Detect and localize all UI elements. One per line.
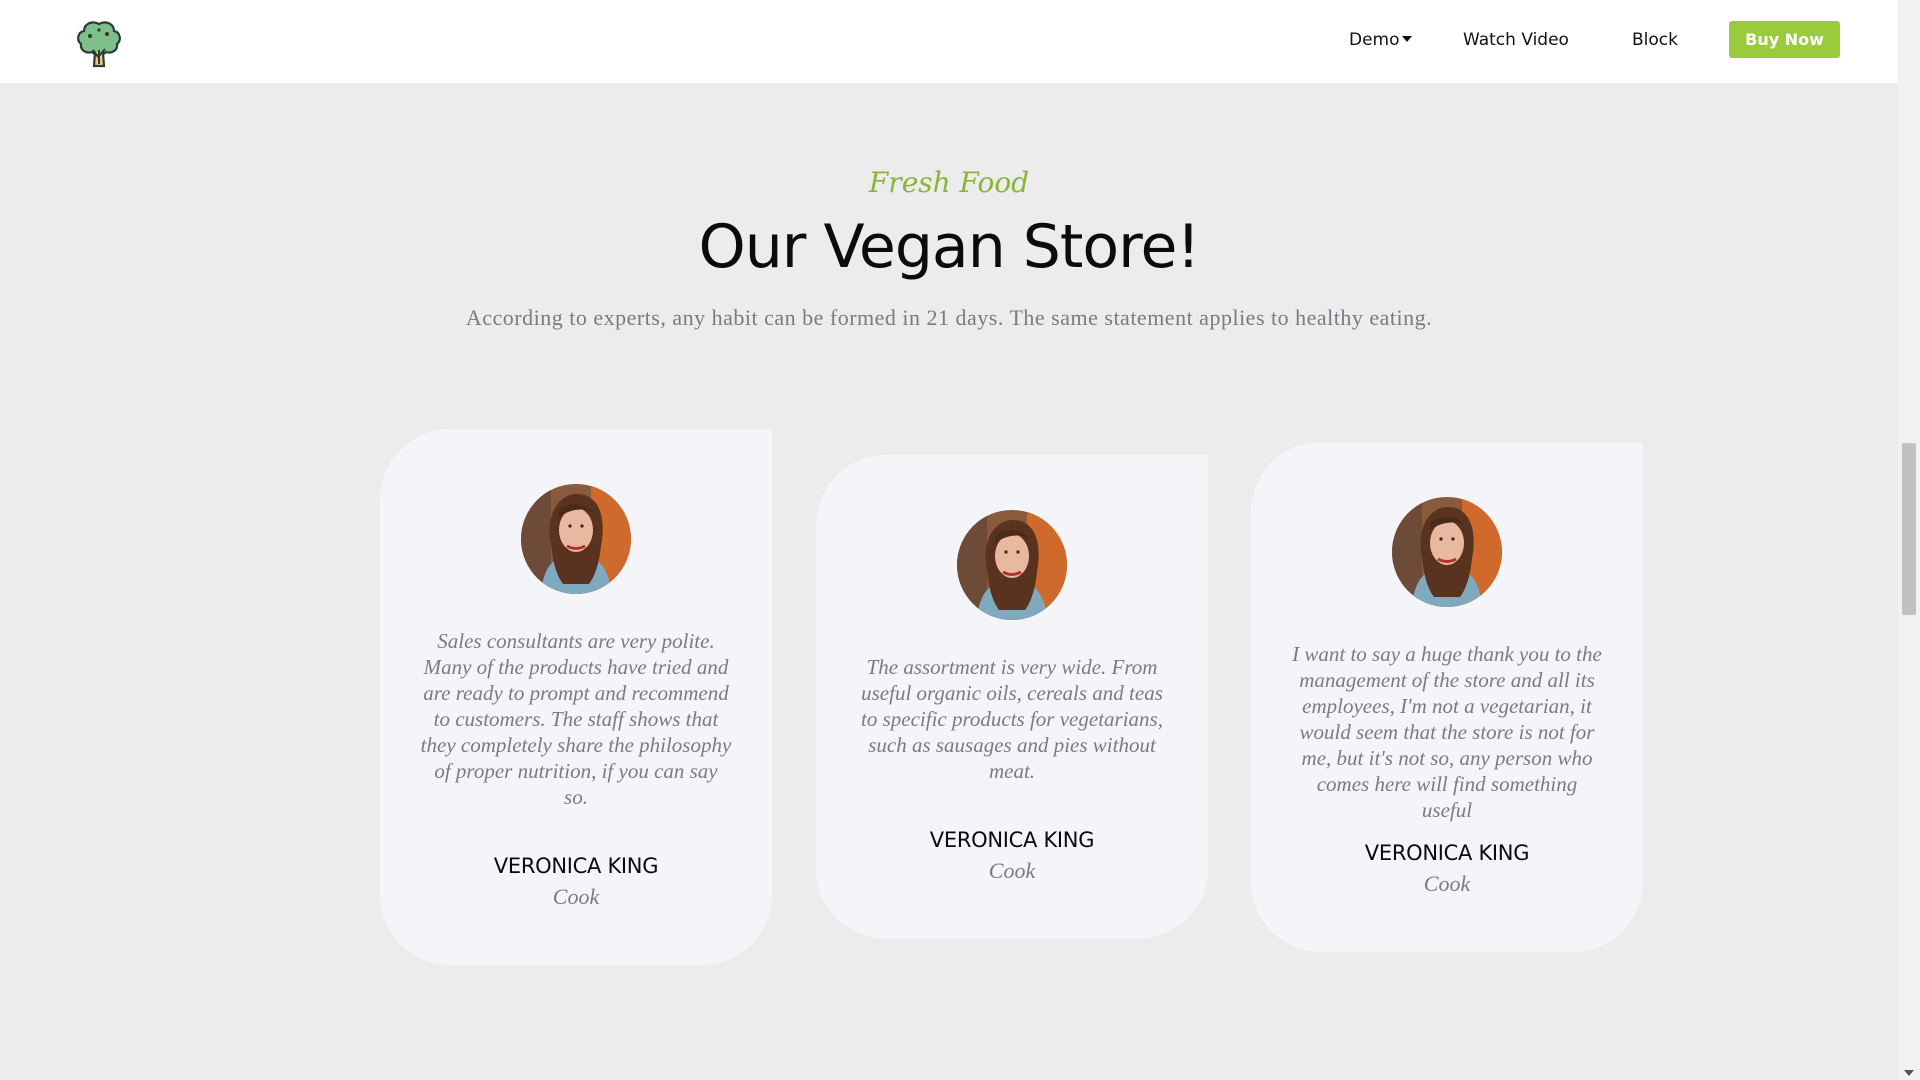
nav-demo-label: Demo bbox=[1349, 30, 1400, 50]
nav-demo[interactable]: Demo bbox=[1349, 20, 1412, 60]
testimonial-quote: The assortment is very wide. From useful… bbox=[861, 655, 1163, 783]
testimonial-card: Sales consultants are very polite. Many … bbox=[380, 429, 772, 965]
site-header: Demo Watch Video Block Buy Now bbox=[0, 0, 1898, 83]
testimonial-name: VERONICA KING bbox=[493, 854, 659, 878]
buy-now-button[interactable]: Buy Now bbox=[1729, 21, 1840, 58]
testimonial-role: Cook bbox=[552, 884, 600, 909]
testimonial-card: I want to say a huge thank you to the ma… bbox=[1251, 442, 1643, 952]
section-title: Our Vegan Store! bbox=[698, 212, 1201, 282]
avatar bbox=[957, 510, 1067, 620]
testimonial-name: VERONICA KING bbox=[1364, 841, 1530, 865]
main-nav: Demo Watch Video Block bbox=[0, 20, 1898, 60]
testimonial-name: VERONICA KING bbox=[929, 828, 1095, 852]
scrollbar-thumb[interactable] bbox=[1902, 443, 1916, 615]
scroll-down-arrow-icon[interactable] bbox=[1904, 1070, 1914, 1076]
testimonial-quote: Sales consultants are very polite. Many … bbox=[420, 629, 732, 809]
page-scrollbar[interactable] bbox=[1898, 0, 1920, 1080]
avatar bbox=[521, 484, 631, 594]
nav-block[interactable]: Block bbox=[1632, 20, 1678, 60]
caret-down-icon bbox=[1401, 36, 1412, 42]
testimonial-role: Cook bbox=[988, 858, 1036, 883]
testimonial-quote: I want to say a huge thank you to the ma… bbox=[1292, 642, 1602, 822]
section-eyebrow: Fresh Food bbox=[868, 166, 1030, 199]
avatar bbox=[1392, 497, 1502, 607]
testimonial-card: The assortment is very wide. From useful… bbox=[816, 455, 1208, 939]
testimonial-role: Cook bbox=[1423, 871, 1471, 896]
section-subtitle: According to experts, any habit can be f… bbox=[465, 305, 1433, 330]
nav-watch-video[interactable]: Watch Video bbox=[1463, 20, 1569, 60]
